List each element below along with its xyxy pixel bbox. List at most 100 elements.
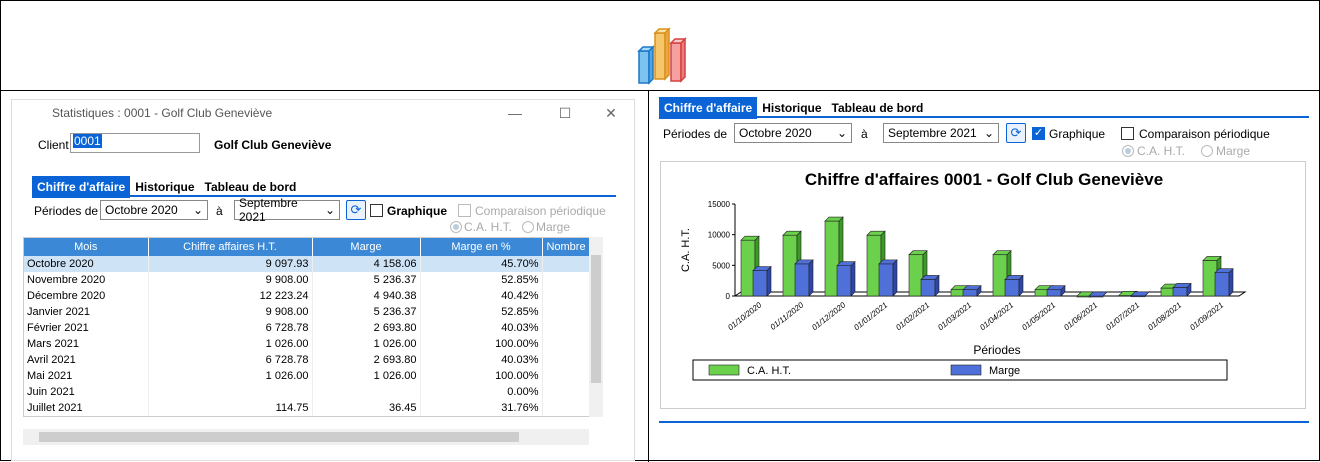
cell-ca bbox=[148, 384, 313, 400]
chevron-down-icon: ⌄ bbox=[192, 203, 203, 217]
table-row[interactable]: Avril 2021 6 728.78 2 693.80 40.03% bbox=[24, 352, 591, 368]
cell-nombre bbox=[542, 272, 591, 288]
bar-side bbox=[892, 259, 898, 297]
right-periods-label: Périodes de bbox=[663, 127, 728, 141]
table-row[interactable]: Octobre 2020 9 097.93 4 158.06 45.70% bbox=[24, 256, 591, 272]
x-tick-label: 01/06/2021 bbox=[1062, 300, 1099, 332]
cell-marge: 36.45 bbox=[312, 400, 421, 416]
client-label: Client bbox=[38, 138, 69, 152]
x-tick-label: 01/09/2021 bbox=[1188, 300, 1225, 332]
period-to-select[interactable]: Septembre 2021 ⌄ bbox=[234, 196, 340, 224]
right-radio-marge[interactable] bbox=[1201, 145, 1213, 157]
col-mois[interactable]: Mois bbox=[24, 238, 149, 256]
right-radio-ca-label: C.A. H.T. bbox=[1137, 144, 1186, 158]
x-axis-label: Périodes bbox=[973, 343, 1020, 357]
cell-mois: Mai 2021 bbox=[24, 368, 149, 384]
maximize-button[interactable]: ☐ bbox=[550, 102, 580, 124]
bar bbox=[836, 265, 852, 297]
chart-panel: Chiffre d'affaires 0001 - Golf Club Gene… bbox=[660, 161, 1306, 409]
cell-marge: 5 236.37 bbox=[312, 304, 421, 320]
bar-chart: 0 5000 10000 15000 C.A. H.T. 01/10/2020 01/11/… bbox=[680, 200, 1247, 381]
cell-ca: 9 908.00 bbox=[148, 272, 313, 288]
cell-marge: 2 693.80 bbox=[312, 352, 421, 368]
cell-marge: 1 026.00 bbox=[312, 368, 421, 384]
cell-marge-pct: 52.85% bbox=[420, 272, 543, 288]
table-row[interactable]: Juillet 2021 114.75 36.45 31.76% bbox=[24, 400, 591, 416]
close-button[interactable]: ✕ bbox=[596, 102, 626, 124]
refresh-button[interactable]: ⟳ bbox=[346, 200, 366, 220]
cell-marge: 1 026.00 bbox=[312, 336, 421, 352]
cell-ca: 6 728.78 bbox=[148, 352, 313, 368]
cell-mois: Avril 2021 bbox=[24, 352, 149, 368]
right-graph-label: Graphique bbox=[1049, 127, 1106, 141]
bar bbox=[878, 263, 894, 297]
cell-ca: 12 223.24 bbox=[148, 288, 313, 304]
cell-mois: Octobre 2020 bbox=[24, 256, 149, 272]
cell-mois: Juin 2021 bbox=[24, 384, 149, 400]
bar bbox=[920, 279, 936, 297]
x-tick-label: 01/10/2020 bbox=[726, 300, 764, 332]
bar bbox=[1004, 279, 1020, 297]
compare-label: Comparaison périodique bbox=[475, 204, 606, 218]
y-tick-label: 10000 bbox=[708, 231, 731, 240]
y-tick-label: 15000 bbox=[708, 200, 731, 209]
bar bbox=[794, 263, 810, 297]
legend-label: Marge bbox=[989, 365, 1020, 377]
legend-swatch bbox=[950, 364, 982, 376]
bar-side bbox=[766, 265, 772, 297]
table-header: Mois Chiffre affaires H.T. Marge Marge e… bbox=[24, 238, 591, 256]
scroll-thumb[interactable] bbox=[591, 255, 601, 383]
vertical-scrollbar[interactable] bbox=[589, 237, 603, 417]
right-refresh-button[interactable]: ⟳ bbox=[1006, 123, 1026, 143]
cell-nombre bbox=[542, 256, 591, 272]
right-compare-label: Comparaison périodique bbox=[1139, 127, 1270, 141]
cell-ca: 1 026.00 bbox=[148, 336, 313, 352]
cell-marge-pct: 100.00% bbox=[420, 368, 543, 384]
right-compare-checkbox[interactable] bbox=[1121, 127, 1134, 140]
radio-marge[interactable] bbox=[522, 221, 534, 233]
bar bbox=[1214, 272, 1230, 297]
col-ca[interactable]: Chiffre affaires H.T. bbox=[148, 238, 313, 256]
client-name: Golf Club Geneviève bbox=[214, 138, 332, 152]
right-to-label: à bbox=[861, 127, 868, 141]
stats-table: Mois Chiffre affaires H.T. Marge Marge e… bbox=[23, 237, 603, 417]
period-from-select[interactable]: Octobre 2020 ⌄ bbox=[100, 200, 208, 220]
client-code-input[interactable]: 0001 bbox=[70, 133, 200, 153]
table-row[interactable]: Janvier 2021 9 908.00 5 236.37 52.85% bbox=[24, 304, 591, 320]
table-row[interactable]: Décembre 2020 12 223.24 4 940.38 40.42% bbox=[24, 288, 591, 304]
col-marge[interactable]: Marge bbox=[312, 238, 421, 256]
graph-checkbox[interactable] bbox=[370, 204, 383, 217]
table-row[interactable]: Mars 2021 1 026.00 1 026.00 100.00% bbox=[24, 336, 591, 352]
right-graph-checkbox[interactable]: ✓ bbox=[1032, 127, 1045, 140]
compare-checkbox[interactable] bbox=[458, 204, 471, 217]
right-period-to-select[interactable]: Septembre 2021 ⌄ bbox=[883, 123, 999, 143]
y-axis-label: C.A. H.T. bbox=[680, 228, 692, 272]
periods-label: Périodes de bbox=[34, 204, 99, 218]
col-nombre[interactable]: Nombre bbox=[542, 238, 591, 256]
right-period-from-select[interactable]: Octobre 2020 ⌄ bbox=[734, 123, 852, 143]
cell-nombre bbox=[542, 352, 591, 368]
cell-ca: 1 026.00 bbox=[148, 368, 313, 384]
legend-label: C.A. H.T. bbox=[747, 365, 791, 377]
cell-mois: Novembre 2020 bbox=[24, 272, 149, 288]
minimize-button[interactable]: — bbox=[500, 102, 530, 124]
bar bbox=[752, 270, 768, 297]
table-row[interactable]: Mai 2021 1 026.00 1 026.00 100.00% bbox=[24, 368, 591, 384]
cell-mois: Décembre 2020 bbox=[24, 288, 149, 304]
x-tick-label: 01/11/2020 bbox=[769, 300, 806, 332]
hscroll-thumb[interactable] bbox=[39, 432, 519, 442]
radio-ca[interactable] bbox=[450, 221, 462, 233]
cell-mois: Janvier 2021 bbox=[24, 304, 149, 320]
right-tab-underline bbox=[659, 116, 1309, 118]
x-tick-label: 01/12/2020 bbox=[810, 300, 848, 332]
table-row[interactable]: Février 2021 6 728.78 2 693.80 40.03% bbox=[24, 320, 591, 336]
table-row[interactable]: Novembre 2020 9 908.00 5 236.37 52.85% bbox=[24, 272, 591, 288]
horizontal-scrollbar[interactable] bbox=[23, 429, 589, 445]
col-marge-pct[interactable]: Marge en % bbox=[420, 238, 543, 256]
bottom-divider bbox=[659, 421, 1309, 423]
table-row[interactable]: Juin 2021 0.00% bbox=[24, 384, 591, 400]
x-tick-label: 01/07/2021 bbox=[1104, 300, 1141, 332]
right-radio-ca[interactable] bbox=[1122, 145, 1134, 157]
cell-marge-pct: 52.85% bbox=[420, 304, 543, 320]
cell-marge: 4 158.06 bbox=[312, 256, 421, 272]
